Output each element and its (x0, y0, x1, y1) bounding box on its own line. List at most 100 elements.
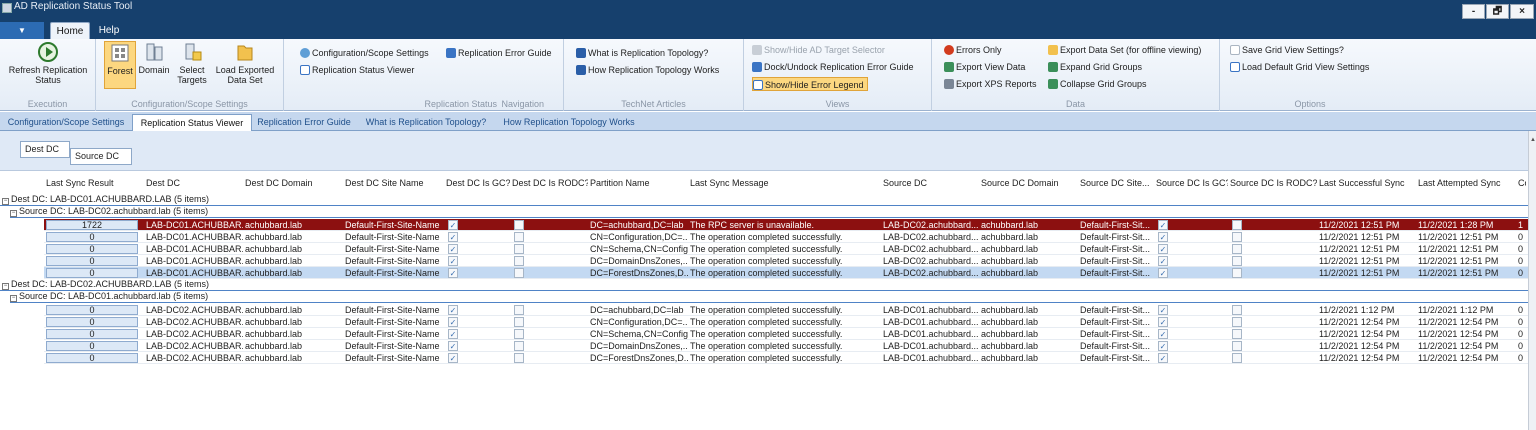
table-row[interactable]: 0 LAB-DC01.ACHUBBAR... achubbard.lab Defaul… (44, 267, 1528, 279)
source-is-gc-checkbox[interactable]: ✓ (1158, 329, 1168, 339)
tab-configuration-scope-settings[interactable]: Configuration/Scope Settings (0, 114, 132, 131)
dest-is-rodc-checkbox[interactable] (514, 220, 524, 230)
source-is-rodc-checkbox[interactable] (1232, 268, 1242, 278)
column-header[interactable]: Last Attempted Sync (1418, 172, 1516, 194)
source-is-gc-checkbox[interactable]: ✓ (1158, 341, 1168, 351)
table-row[interactable]: 1722 LAB-DC01.ACHUBBAR... achubbard.lab Def… (44, 219, 1528, 231)
group-row-source[interactable]: − Source DC: LAB-DC01.achubbard.lab (5 it… (10, 291, 1536, 302)
column-header[interactable]: Co (1518, 172, 1526, 194)
dest-is-gc-checkbox[interactable]: ✓ (448, 232, 458, 242)
column-header[interactable]: Source DC Is RODC? (1230, 172, 1317, 194)
select-targets-button[interactable]: Select Targets (174, 41, 210, 85)
dest-is-rodc-checkbox[interactable] (514, 341, 524, 351)
source-is-rodc-checkbox[interactable] (1232, 329, 1242, 339)
dest-is-gc-checkbox[interactable]: ✓ (448, 244, 458, 254)
export-data-set-button[interactable]: Export Data Set (for offline viewing) (1048, 43, 1201, 57)
source-is-rodc-checkbox[interactable] (1232, 244, 1242, 254)
group-chip-source-dc[interactable]: Source DC (70, 148, 132, 165)
save-grid-view-settings-checkbox[interactable]: Save Grid View Settings? (1230, 43, 1344, 57)
minimize-button[interactable]: - (1462, 4, 1485, 19)
table-row[interactable]: 0 LAB-DC02.ACHUBBAR... achubbard.lab Defaul… (44, 340, 1528, 352)
table-row[interactable]: 0 LAB-DC01.ACHUBBAR... achubbard.lab Defaul… (44, 255, 1528, 267)
refresh-replication-status-button[interactable]: Refresh Replication Status (2, 41, 94, 85)
column-header[interactable]: Dest DC Is GC? (446, 172, 510, 194)
tab-what-is-replication-topology[interactable]: What is Replication Topology? (358, 114, 494, 131)
source-is-gc-checkbox[interactable]: ✓ (1158, 317, 1168, 327)
group-chip-dest-dc[interactable]: Dest DC (20, 141, 70, 158)
replication-status-viewer-button[interactable]: Replication Status Viewer (300, 63, 414, 77)
how-replication-topology-works-button[interactable]: How Replication Topology Works (576, 63, 719, 77)
source-is-gc-checkbox[interactable]: ✓ (1158, 256, 1168, 266)
collapse-toggle-icon[interactable]: − (2, 283, 9, 290)
source-is-rodc-checkbox[interactable] (1232, 317, 1242, 327)
group-row-source[interactable]: − Source DC: LAB-DC02.achubbard.lab (5 it… (10, 206, 1536, 217)
table-row[interactable]: 0 LAB-DC02.ACHUBBAR... achubbard.lab Defaul… (44, 352, 1528, 364)
collapse-toggle-icon[interactable]: − (10, 210, 17, 217)
column-header[interactable]: Source DC Site... (1080, 172, 1154, 194)
source-is-rodc-checkbox[interactable] (1232, 305, 1242, 315)
column-header[interactable]: Last Sync Message (690, 172, 881, 194)
restore-button[interactable]: 🗗 (1486, 4, 1509, 19)
tab-replication-status-viewer[interactable]: Replication Status Viewer (132, 114, 252, 131)
column-header[interactable]: Last Successful Sync (1319, 172, 1416, 194)
dest-is-gc-checkbox[interactable]: ✓ (448, 305, 458, 315)
source-is-gc-checkbox[interactable]: ✓ (1158, 220, 1168, 230)
source-is-rodc-checkbox[interactable] (1232, 232, 1242, 242)
source-is-rodc-checkbox[interactable] (1232, 220, 1242, 230)
collapse-grid-groups-button[interactable]: Collapse Grid Groups (1048, 77, 1147, 91)
dest-is-rodc-checkbox[interactable] (514, 232, 524, 242)
show-hide-error-legend-button[interactable]: Show/Hide Error Legend (752, 77, 868, 91)
dest-is-rodc-checkbox[interactable] (514, 317, 524, 327)
tab-how-replication-topology-works[interactable]: How Replication Topology Works (496, 114, 642, 131)
source-is-rodc-checkbox[interactable] (1232, 256, 1242, 266)
table-row[interactable]: 0 LAB-DC02.ACHUBBAR... achubbard.lab Defaul… (44, 304, 1528, 316)
column-header[interactable]: Dest DC Is RODC? (512, 172, 588, 194)
errors-only-button[interactable]: Errors Only (944, 43, 1002, 57)
dest-is-gc-checkbox[interactable]: ✓ (448, 256, 458, 266)
table-row[interactable]: 0 LAB-DC01.ACHUBBAR... achubbard.lab Defaul… (44, 231, 1528, 243)
dock-undock-error-guide-button[interactable]: Dock/Undock Replication Error Guide (752, 60, 914, 74)
column-header[interactable]: Source DC Is GC? (1156, 172, 1228, 194)
column-header[interactable]: Partition Name (590, 172, 688, 194)
dest-is-rodc-checkbox[interactable] (514, 244, 524, 254)
column-header[interactable]: Dest DC Domain (245, 172, 343, 194)
dest-is-rodc-checkbox[interactable] (514, 329, 524, 339)
group-row-dest[interactable]: − Dest DC: LAB-DC02.ACHUBBARD.LAB (5 item… (2, 279, 1530, 290)
export-view-data-button[interactable]: Export View Data (944, 60, 1025, 74)
source-is-gc-checkbox[interactable]: ✓ (1158, 232, 1168, 242)
column-header[interactable]: Source DC Domain (981, 172, 1078, 194)
collapse-toggle-icon[interactable]: − (10, 295, 17, 302)
table-row[interactable]: 0 LAB-DC02.ACHUBBAR... achubbard.lab Defaul… (44, 328, 1528, 340)
dest-is-gc-checkbox[interactable]: ✓ (448, 268, 458, 278)
group-row-dest[interactable]: − Dest DC: LAB-DC01.ACHUBBARD.LAB (5 item… (2, 194, 1530, 205)
dest-is-gc-checkbox[interactable]: ✓ (448, 341, 458, 351)
load-default-grid-view-settings-button[interactable]: Load Default Grid View Settings (1230, 60, 1369, 74)
source-is-gc-checkbox[interactable]: ✓ (1158, 268, 1168, 278)
column-header[interactable]: Dest DC (146, 172, 243, 194)
forest-button[interactable]: Forest (104, 41, 136, 89)
show-hide-ad-target-selector-button[interactable]: Show/Hide AD Target Selector (752, 43, 885, 57)
column-header[interactable]: Last Sync Result (46, 172, 144, 194)
configuration-scope-settings-button[interactable]: Configuration/Scope Settings (300, 46, 429, 60)
dest-is-gc-checkbox[interactable]: ✓ (448, 317, 458, 327)
replication-error-guide-button[interactable]: Replication Error Guide (446, 46, 552, 60)
source-is-gc-checkbox[interactable]: ✓ (1158, 244, 1168, 254)
column-header[interactable]: Source DC (883, 172, 979, 194)
app-menu-button[interactable]: ▼ (0, 22, 44, 39)
dest-is-gc-checkbox[interactable]: ✓ (448, 220, 458, 230)
ribbon-tab-home[interactable]: Home (50, 22, 90, 39)
collapse-toggle-icon[interactable]: − (2, 198, 9, 205)
scroll-up-icon[interactable]: ▲ (1530, 137, 1536, 145)
load-exported-data-set-button[interactable]: Load Exported Data Set (212, 41, 278, 85)
dest-is-rodc-checkbox[interactable] (514, 305, 524, 315)
table-row[interactable]: 0 LAB-DC02.ACHUBBAR... achubbard.lab Defaul… (44, 316, 1528, 328)
column-header[interactable]: Dest DC Site Name (345, 172, 444, 194)
domain-button[interactable]: Domain (138, 41, 170, 75)
export-xps-reports-button[interactable]: Export XPS Reports (944, 77, 1037, 91)
dest-is-gc-checkbox[interactable]: ✓ (448, 329, 458, 339)
close-button[interactable]: × (1510, 4, 1534, 19)
what-is-replication-topology-button[interactable]: What is Replication Topology? (576, 46, 708, 60)
tab-replication-error-guide[interactable]: Replication Error Guide (252, 114, 356, 131)
dest-is-rodc-checkbox[interactable] (514, 256, 524, 266)
source-is-gc-checkbox[interactable]: ✓ (1158, 353, 1168, 363)
